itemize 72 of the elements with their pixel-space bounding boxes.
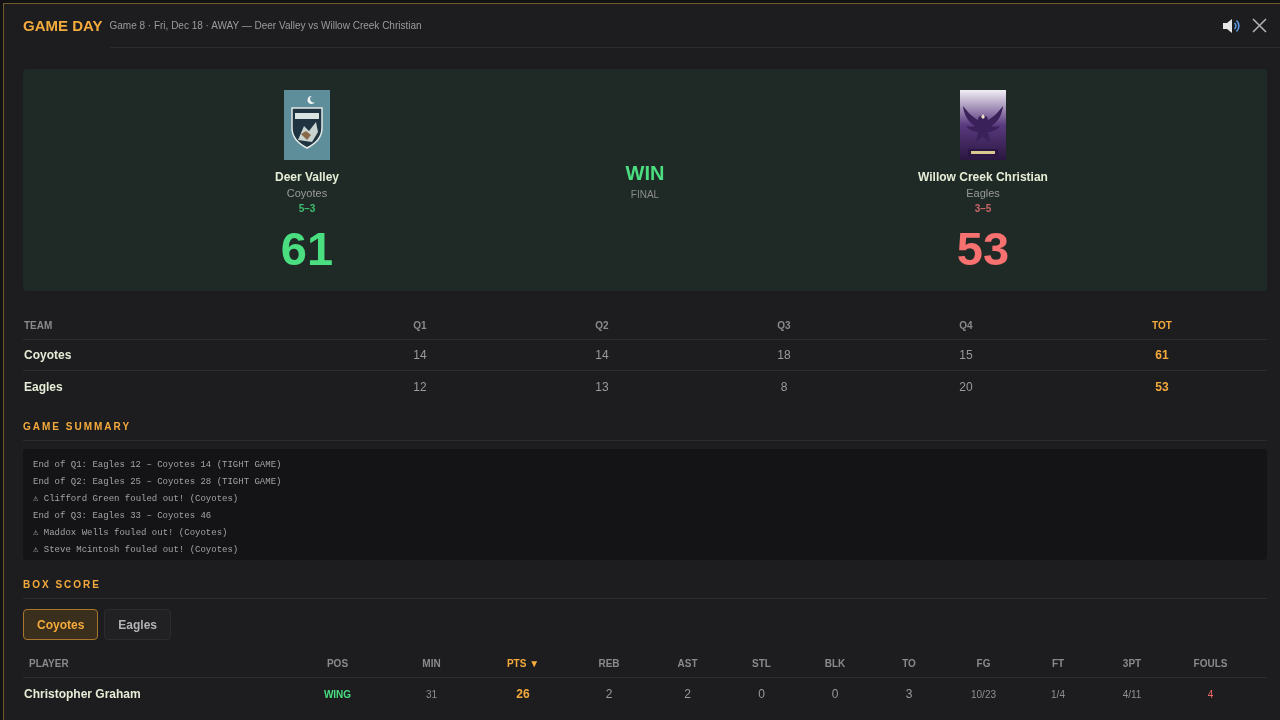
column-header: FOULS xyxy=(1192,657,1229,671)
stat-cell-text: 1/4 xyxy=(1050,687,1066,702)
column-header: MIN xyxy=(421,657,442,671)
shield-logo xyxy=(284,90,330,160)
stat-cell-text: 2 xyxy=(683,686,692,703)
log-line: ⚠ Maddox Wells fouled out! (Coyotes) xyxy=(33,527,228,540)
quarter-score: 14 xyxy=(594,347,610,364)
bird-logo xyxy=(960,90,1006,160)
quarter-score: 13 xyxy=(594,378,610,396)
stat-cell-text: 3 xyxy=(904,686,914,703)
quarter-score: 15 xyxy=(958,347,974,364)
game-status: FINAL xyxy=(630,188,660,202)
stat-cell-text: 26 xyxy=(515,686,531,703)
log-line: ⚠ Steve Mcintosh fouled out! (Coyotes) xyxy=(33,544,239,557)
team-name: Coyotes xyxy=(23,347,73,364)
player-name: Christopher Graham xyxy=(23,686,142,703)
column-header: TOT xyxy=(1151,319,1173,333)
team-name: Deer Valley xyxy=(274,169,340,185)
quarter-score: 18 xyxy=(776,347,792,364)
team-record: 5–3 xyxy=(298,202,316,216)
column-header: Q4 xyxy=(958,319,974,333)
column-header: Q1 xyxy=(412,319,428,333)
column-header: POS xyxy=(325,657,350,671)
team-score: 53 xyxy=(956,225,1010,273)
column-header: 3PT xyxy=(1121,657,1143,671)
stat-cell-text: 10/23 xyxy=(970,687,997,702)
column-header: BLK xyxy=(823,657,847,671)
log-line: End of Q2: Eagles 25 – Coyotes 28 (TIGHT GAME) xyxy=(33,476,282,489)
log-line: End of Q1: Eagles 12 – Coyotes 14 (TIGHT GAME) xyxy=(33,459,282,472)
stat-cell-text: 4/11 xyxy=(1121,687,1143,702)
column-header: FG xyxy=(975,657,992,671)
team-name: Willow Creek Christian xyxy=(918,169,1048,185)
game-info-text: Game 8 · Fri, Dec 18 · AWAY — Deer Valley vs Willow Creek Christian xyxy=(109,18,422,33)
speaker-icon xyxy=(1222,17,1240,34)
column-header: Q2 xyxy=(594,319,610,333)
log-line: End of Q3: Eagles 33 – Coyotes 46 xyxy=(33,510,212,523)
log-line: ⚠ Clifford Green fouled out! (Coyotes) xyxy=(33,493,239,506)
result-label: WIN xyxy=(625,161,665,185)
column-header: Q3 xyxy=(776,319,792,333)
stat-cell-text: 0 xyxy=(757,686,766,703)
team-tab[interactable]: Coyotes xyxy=(23,609,99,640)
team-score: 61 xyxy=(280,225,334,273)
quarter-score: 12 xyxy=(412,378,428,396)
column-header: AST xyxy=(676,657,699,671)
stat-cell-text: 2 xyxy=(604,686,614,703)
team-tab[interactable]: Eagles xyxy=(104,609,172,640)
position-label: WING xyxy=(322,687,353,702)
team-name: Eagles xyxy=(23,378,64,396)
close-button[interactable] xyxy=(1252,18,1267,33)
quarter-score: 8 xyxy=(779,378,789,396)
stat-cell-text: 31 xyxy=(424,687,439,702)
column-header[interactable]: PTS ▼ xyxy=(478,656,568,671)
column-header: REB xyxy=(597,657,621,671)
team-mascot: Eagles xyxy=(966,186,1000,201)
quarter-score: 20 xyxy=(958,378,974,396)
quarter-score: 14 xyxy=(412,347,428,364)
team-record: 3–5 xyxy=(974,202,992,216)
total-score: 61 xyxy=(1154,347,1170,364)
column-header: STL xyxy=(751,657,772,671)
dialog-title: GAME DAY xyxy=(23,15,103,36)
stat-cell-text: 4 xyxy=(1206,687,1215,702)
close-icon xyxy=(1252,18,1267,33)
section-heading: BOX SCORE xyxy=(23,578,102,592)
stat-cell-text: 0 xyxy=(830,686,840,703)
column-header: FT xyxy=(1050,657,1066,671)
team-mascot: Coyotes xyxy=(286,186,328,201)
total-score: 53 xyxy=(1154,378,1170,396)
section-heading: GAME SUMMARY xyxy=(23,420,133,434)
sound-button[interactable] xyxy=(1222,17,1240,34)
column-header: TEAM xyxy=(23,319,54,333)
column-header: TO xyxy=(901,657,917,671)
column-header: PLAYER xyxy=(28,657,70,671)
